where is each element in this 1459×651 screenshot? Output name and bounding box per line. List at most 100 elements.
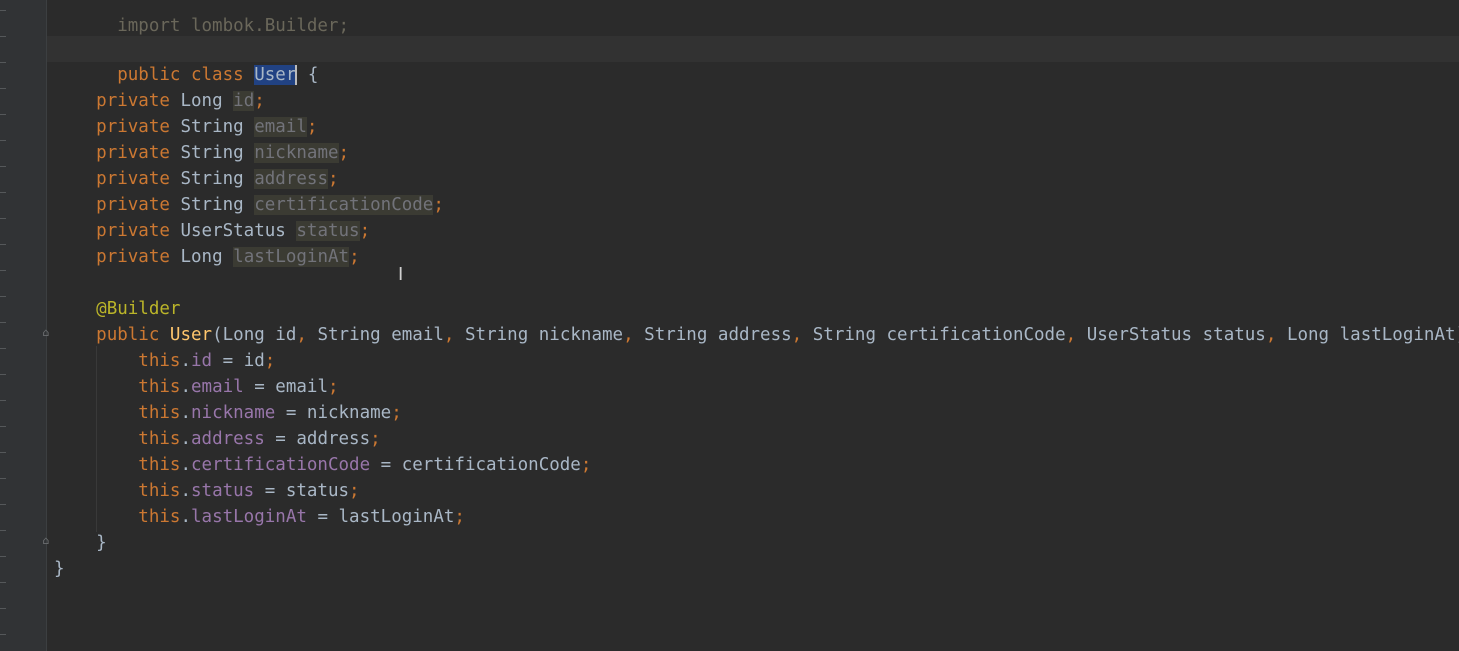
keyword: class <box>190 65 244 85</box>
code-editor[interactable]: ⌂ ⌂ import lombok.Builder; public class … <box>0 0 1459 651</box>
keyword: private <box>96 195 170 215</box>
semicolon: ; <box>454 507 465 527</box>
field-ref: id <box>191 351 213 371</box>
semicolon: ; <box>349 247 360 267</box>
equals: = <box>306 507 339 527</box>
this-keyword: this <box>138 481 181 501</box>
code-line-assign: this.certificationCode = certificationCo… <box>54 452 591 478</box>
comma: , <box>1265 325 1277 345</box>
type-name: String <box>180 117 244 137</box>
field-name: status <box>296 221 360 241</box>
dot: . <box>180 507 191 527</box>
code-line-field: private String address; <box>54 166 339 192</box>
gutter-tick <box>0 556 6 557</box>
gutter-tick <box>0 244 6 245</box>
code-line-field: private String certificationCode; <box>54 192 444 218</box>
semicolon: ; <box>391 403 402 423</box>
param: String email <box>317 325 444 345</box>
semicolon: ; <box>359 221 371 241</box>
equals: = <box>275 403 307 423</box>
code-line-assign: this.id = id; <box>54 348 275 374</box>
gutter-tick <box>0 296 6 297</box>
line-gutter[interactable] <box>0 0 47 651</box>
field-ref: certificationCode <box>191 455 371 475</box>
field-ref: email <box>191 377 244 397</box>
gutter-tick <box>0 192 6 193</box>
gutter-tick <box>0 504 6 505</box>
fold-open-icon[interactable]: ⌂ <box>41 327 51 338</box>
class-name-selected[interactable]: User <box>254 65 297 85</box>
field-ref: lastLoginAt <box>191 507 307 527</box>
field-name: id <box>233 91 255 111</box>
code-line-class-end: } <box>54 556 65 582</box>
keyword: public <box>96 325 160 345</box>
semicolon: ; <box>433 195 444 215</box>
gutter-tick <box>0 608 6 609</box>
dot: . <box>180 403 191 423</box>
type-name: Long <box>180 247 223 267</box>
code-line-class-decl: public class User { <box>54 36 318 85</box>
gutter-tick <box>0 36 6 37</box>
comma: , <box>443 325 455 345</box>
fold-close-icon[interactable]: ⌂ <box>41 535 51 546</box>
param-ref: nickname <box>306 403 392 423</box>
param: Long id <box>222 325 297 345</box>
code-line-field: private Long lastLoginAt; <box>54 244 360 270</box>
dot: . <box>180 377 191 397</box>
equals: = <box>264 429 297 449</box>
semicolon: ; <box>327 377 339 397</box>
ibeam-cursor-icon: I <box>398 264 404 285</box>
dot: . <box>180 455 191 475</box>
param: UserStatus status <box>1086 325 1266 345</box>
type-name: UserStatus <box>180 221 286 241</box>
keyword: private <box>96 91 170 111</box>
param-ref: status <box>285 481 350 501</box>
semicolon: ; <box>338 143 350 163</box>
field-ref: address <box>191 429 265 449</box>
field-name: certificationCode <box>254 195 434 215</box>
field-ref: nickname <box>191 403 276 423</box>
gutter-tick <box>0 348 6 349</box>
code-line-assign: this.email = email; <box>54 374 339 400</box>
gutter-tick <box>0 62 6 63</box>
equals: = <box>254 481 286 501</box>
this-keyword: this <box>138 403 181 423</box>
gutter-tick <box>0 582 6 583</box>
this-keyword: this <box>138 351 181 371</box>
annotation: @Builder <box>96 299 181 319</box>
param: String certificationCode <box>812 325 1066 345</box>
comma: , <box>623 325 634 345</box>
semicolon: ; <box>306 117 318 137</box>
equals: = <box>243 377 276 397</box>
this-keyword: this <box>138 507 181 527</box>
dot: . <box>180 351 191 371</box>
gutter-tick <box>0 452 6 453</box>
code-line-field: private String email; <box>54 114 317 140</box>
semicolon: ; <box>349 481 360 501</box>
gutter-tick <box>0 166 6 167</box>
gutter-tick <box>0 426 6 427</box>
code-line-constructor: public User(Long id, String email, Strin… <box>54 322 1459 348</box>
field-ref: status <box>191 481 255 501</box>
gutter-tick <box>0 530 6 531</box>
code-line-assign: this.address = address; <box>54 426 381 452</box>
code-line-ctor-end: } <box>54 530 107 556</box>
gutter-tick <box>0 634 6 635</box>
gutter-tick <box>0 374 6 375</box>
code-line-assign: this.lastLoginAt = lastLoginAt; <box>54 504 465 530</box>
param-ref: email <box>275 377 328 397</box>
code-content[interactable]: import lombok.Builder; public class User… <box>54 0 1459 579</box>
code-line-annotation: @Builder <box>54 296 180 322</box>
type-name: Long <box>180 91 223 111</box>
type-name: String <box>180 169 244 189</box>
gutter-tick <box>0 114 6 115</box>
dot: . <box>180 481 191 501</box>
this-keyword: this <box>138 429 181 449</box>
this-keyword: this <box>138 377 181 397</box>
paren: ( <box>212 325 223 345</box>
comma: , <box>296 325 307 345</box>
param: String address <box>644 325 792 345</box>
equals: = <box>370 455 402 475</box>
keyword: private <box>96 117 170 137</box>
semicolon: ; <box>370 429 381 449</box>
